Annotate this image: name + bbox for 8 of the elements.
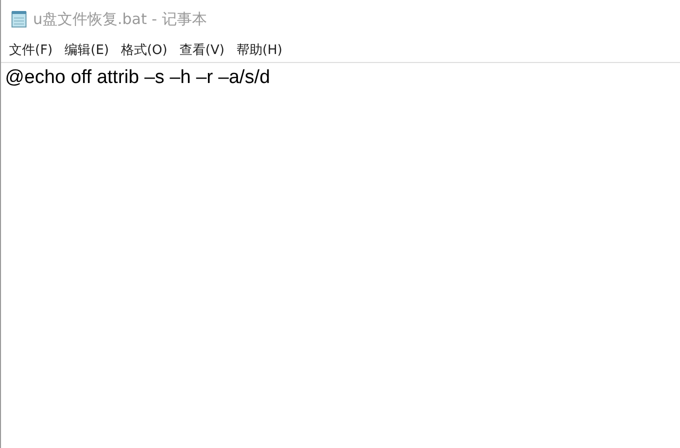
editor-text[interactable]: @echo off attrib –s –h –r –a/s/d	[5, 67, 270, 88]
menu-item[interactable]: 文件(F)	[5, 39, 57, 61]
menu-item[interactable]: 查看(V)	[175, 39, 228, 61]
window-title: u盘文件恢复.bat - 记事本	[33, 10, 207, 28]
menu-item[interactable]: 编辑(E)	[60, 39, 113, 61]
notepad-icon	[11, 10, 27, 28]
menu-item[interactable]: 帮助(H)	[232, 39, 286, 61]
menu-item[interactable]: 格式(O)	[116, 39, 172, 61]
